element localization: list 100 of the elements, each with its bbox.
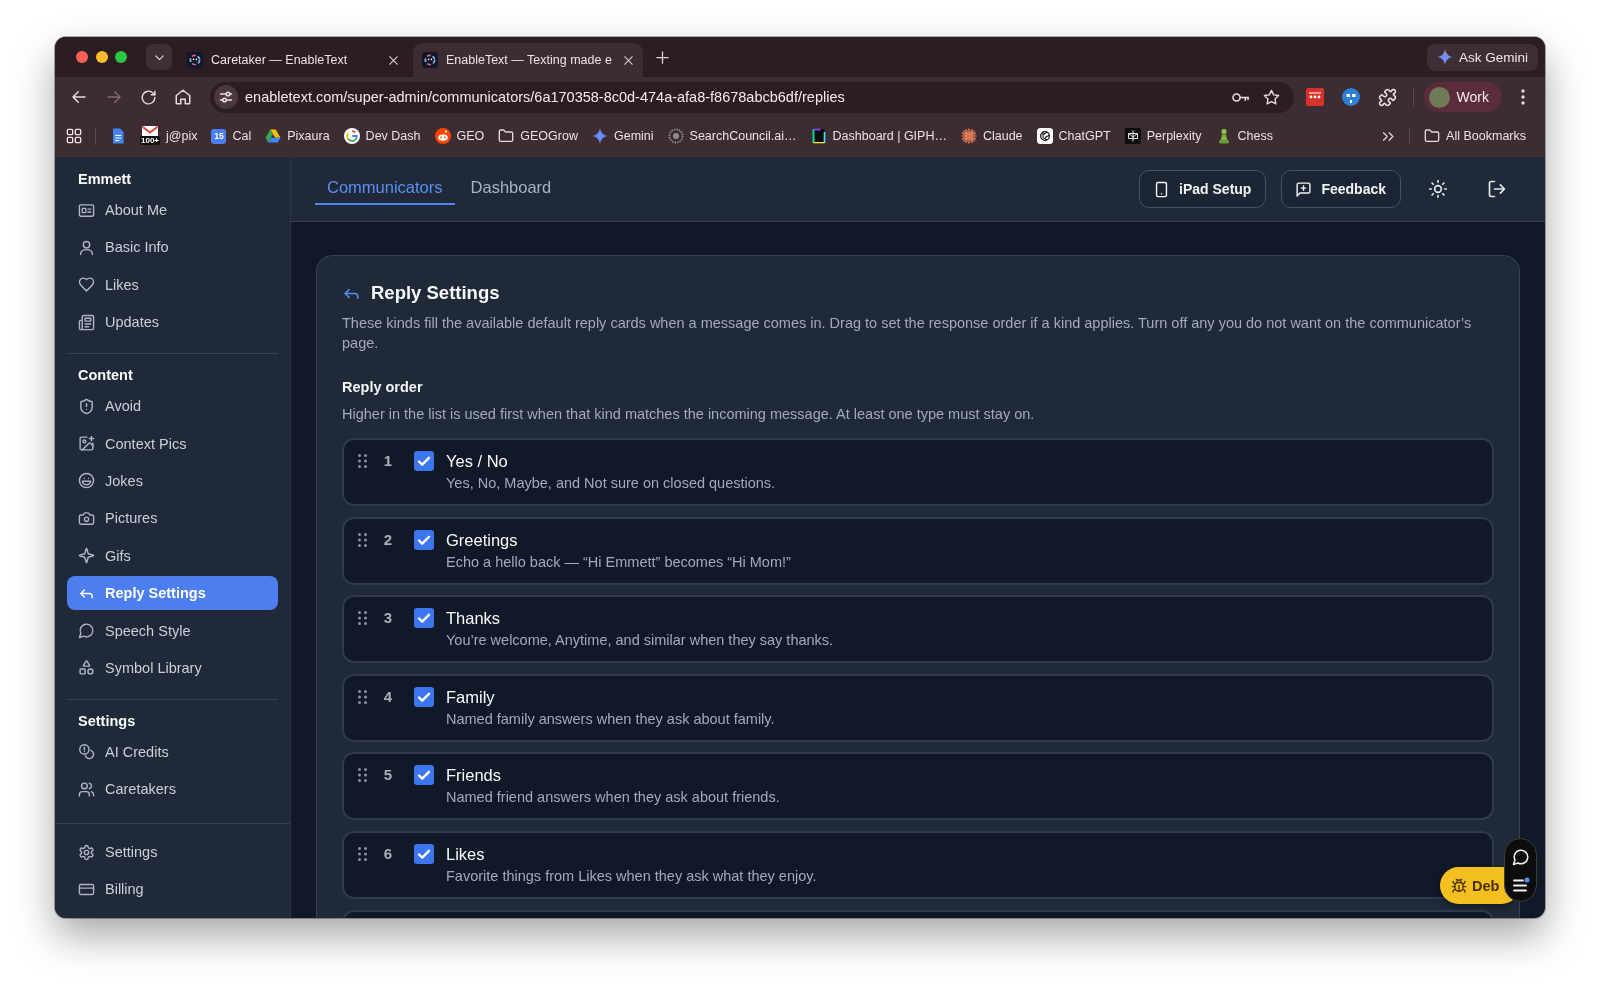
feedback-button[interactable]: Feedback: [1281, 170, 1401, 208]
speech-bubble-icon[interactable]: [1511, 847, 1530, 866]
tab-search-button[interactable]: [146, 44, 172, 70]
sidebar-item[interactable]: Context Pics: [67, 426, 278, 461]
alien-face-icon: [434, 128, 451, 144]
reload-icon[interactable]: [139, 88, 157, 106]
reply-kind-description: Named friend answers when they ask about friends.: [446, 788, 780, 808]
sidebar-item[interactable]: Jokes: [67, 463, 278, 498]
card-description: These kinds fill the available default reply cards when a message comes in. Drag to set the response order if a kind applies. Turn off any you do not want on the communicator’s page.: [342, 314, 1473, 353]
sidebar-item[interactable]: Settings: [67, 835, 278, 869]
close-icon[interactable]: [387, 53, 400, 67]
bookmark[interactable]: GEO: [427, 128, 492, 144]
shapes-icon: [78, 659, 95, 677]
bookmark[interactable]: Dev Dash: [336, 128, 428, 144]
reply-kind-description: You’re welcome, Anytime, and similar when they say thanks.: [446, 631, 834, 651]
grid-logo-icon: [1124, 128, 1141, 144]
sidebar-item[interactable]: Billing: [67, 872, 278, 906]
starburst-icon: [960, 128, 977, 144]
plus-icon[interactable]: [655, 49, 670, 65]
browser-tab[interactable]: Caretaker — EnableText: [178, 43, 408, 77]
address-bar[interactable]: enabletext.com/super-admin/communicators/6a170358-8c0d-474a-afa8-f8678abcb6df/replies: [210, 81, 1294, 113]
checkbox[interactable]: [414, 608, 434, 629]
sidebar-item[interactable]: Avoid: [67, 389, 278, 424]
speech-bubble-icon: [78, 622, 95, 639]
page-logo-icon: [810, 128, 827, 144]
sidebar-item[interactable]: Pictures: [67, 501, 278, 536]
drag-handle-icon[interactable]: [358, 454, 367, 468]
bookmark[interactable]: Perplexity: [1117, 128, 1209, 144]
sidebar-item[interactable]: Speech Style: [67, 613, 278, 648]
settings-icon: [78, 843, 95, 861]
bookmark[interactable]: 100+ j@pix: [133, 126, 205, 146]
section-hint: Higher in the list is used first when that kind matches the incoming message. At least one type must stay on.: [342, 405, 1036, 424]
bookmark-folder[interactable]: GEOGrow: [491, 128, 585, 144]
menu-icon[interactable]: [1511, 876, 1530, 893]
sparkle-icon: [1436, 49, 1453, 65]
window-close-button[interactable]: [76, 51, 88, 63]
dots-tile-icon[interactable]: [1305, 88, 1324, 106]
logout-icon[interactable]: [1487, 179, 1507, 199]
sidebar-item[interactable]: Reply Settings: [67, 576, 278, 611]
ask-gemini-button[interactable]: Ask Gemini: [1426, 43, 1538, 71]
star-icon[interactable]: [1262, 88, 1280, 106]
sidebar-item[interactable]: Gifs: [67, 538, 278, 573]
checkbox[interactable]: [414, 529, 434, 550]
bookmark[interactable]: Pixaura: [258, 128, 337, 144]
reply-kind-description: Yes, No, Maybe, and Not sure on closed questions.: [446, 474, 776, 493]
knot-logo-icon: [1036, 128, 1053, 144]
app-logo-icon: [422, 52, 438, 68]
checkbox[interactable]: [414, 765, 434, 786]
triangle-logo-icon: [265, 128, 282, 144]
browser-tab[interactable]: EnableText — Texting made e: [413, 43, 643, 77]
badge-circle-icon[interactable]: [1341, 88, 1360, 106]
window-minimize-button[interactable]: [95, 51, 108, 63]
sidebar-item[interactable]: AI Credits: [67, 734, 278, 769]
bookmark[interactable]: Dashboard | GIPH…: [803, 128, 954, 144]
bookmark[interactable]: SearchCouncil.ai…: [660, 128, 804, 144]
reply-kind-description: Named family answers when they ask about family.: [446, 709, 775, 729]
document-icon: [110, 128, 126, 144]
order-number: 6: [382, 843, 394, 864]
drag-handle-icon[interactable]: [358, 768, 367, 783]
calendar-icon: 15: [211, 128, 227, 144]
forward-arrow-icon[interactable]: [104, 88, 123, 106]
sidebar-item[interactable]: Likes: [67, 267, 278, 302]
apps-grid-icon[interactable]: [66, 128, 82, 144]
profile-button[interactable]: Work: [1423, 82, 1502, 112]
setup-button[interactable]: iPad Setup: [1139, 170, 1267, 208]
image-plus-icon: [78, 435, 95, 453]
order-number: 1: [382, 451, 394, 471]
home-icon[interactable]: [173, 88, 192, 106]
back-arrow-icon[interactable]: [69, 88, 88, 106]
nav-tab[interactable]: Communicators: [315, 169, 455, 205]
sun-icon[interactable]: [1428, 179, 1448, 199]
sliders-icon[interactable]: [214, 85, 238, 109]
window-zoom-button[interactable]: [115, 51, 127, 63]
sidebar-item[interactable]: About Me: [67, 193, 278, 227]
bookmark[interactable]: 15 Cal: [204, 128, 259, 144]
bug-icon: [1451, 877, 1467, 894]
sidebar-item[interactable]: Updates: [67, 305, 278, 340]
drag-handle-icon[interactable]: [358, 611, 367, 626]
checkbox[interactable]: [414, 451, 434, 471]
drag-handle-icon[interactable]: [358, 532, 367, 547]
sidebar-item[interactable]: Symbol Library: [67, 650, 278, 685]
bookmark[interactable]: Claude: [953, 128, 1030, 144]
sidebar-item[interactable]: Caretakers: [67, 772, 278, 807]
bookmark-folder[interactable]: All Bookmarks: [1417, 128, 1533, 144]
checkbox[interactable]: [414, 686, 434, 707]
nav-tab[interactable]: Dashboard: [458, 169, 564, 205]
drag-handle-icon[interactable]: [358, 846, 367, 861]
reply-kind-title: Friends: [446, 765, 503, 787]
folder-icon: [1424, 128, 1441, 144]
bookmark[interactable]: ChatGPT: [1029, 128, 1118, 144]
puzzle-icon[interactable]: [1377, 87, 1397, 107]
more-options-icon[interactable]: [1521, 89, 1525, 105]
checkbox[interactable]: [414, 843, 434, 864]
sidebar-item[interactable]: Basic Info: [67, 230, 278, 265]
bookmark[interactable]: Chess: [1208, 128, 1280, 144]
drag-handle-icon[interactable]: [358, 689, 367, 704]
card-title: Reply Settings: [371, 281, 500, 305]
bookmark[interactable]: Gemini: [584, 128, 661, 144]
close-icon[interactable]: [622, 53, 635, 67]
g-circle-icon: [343, 128, 360, 144]
